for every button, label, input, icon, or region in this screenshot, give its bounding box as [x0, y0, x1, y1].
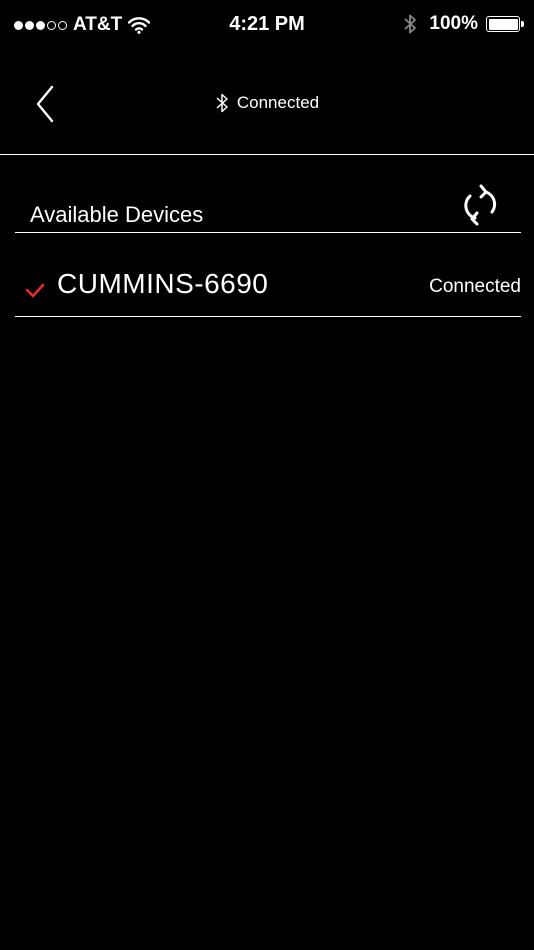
row-divider [15, 316, 521, 317]
nav-divider [0, 154, 534, 155]
nav-title: Connected [0, 93, 534, 113]
refresh-button[interactable] [455, 180, 503, 230]
available-devices-header: Available Devices [15, 170, 521, 232]
device-name: CUMMINS-6690 [57, 268, 269, 299]
battery-percent: 100% [429, 13, 478, 34]
checkmark-icon [25, 283, 45, 298]
connection-status-title: Connected [236, 93, 320, 112]
device-row[interactable]: CUMMINS-6690 Connected [15, 233, 521, 316]
navigation-bar: Connected [0, 52, 534, 154]
bluetooth-status-icon [404, 14, 417, 34]
device-status: Connected [429, 276, 521, 297]
section-title: Available Devices [30, 202, 204, 227]
refresh-icon [464, 184, 497, 226]
status-right: 100% [403, 13, 524, 35]
battery-icon [486, 16, 524, 32]
status-bar: AT&T 4:21 PM 100% [0, 0, 534, 52]
bluetooth-icon [216, 93, 228, 113]
